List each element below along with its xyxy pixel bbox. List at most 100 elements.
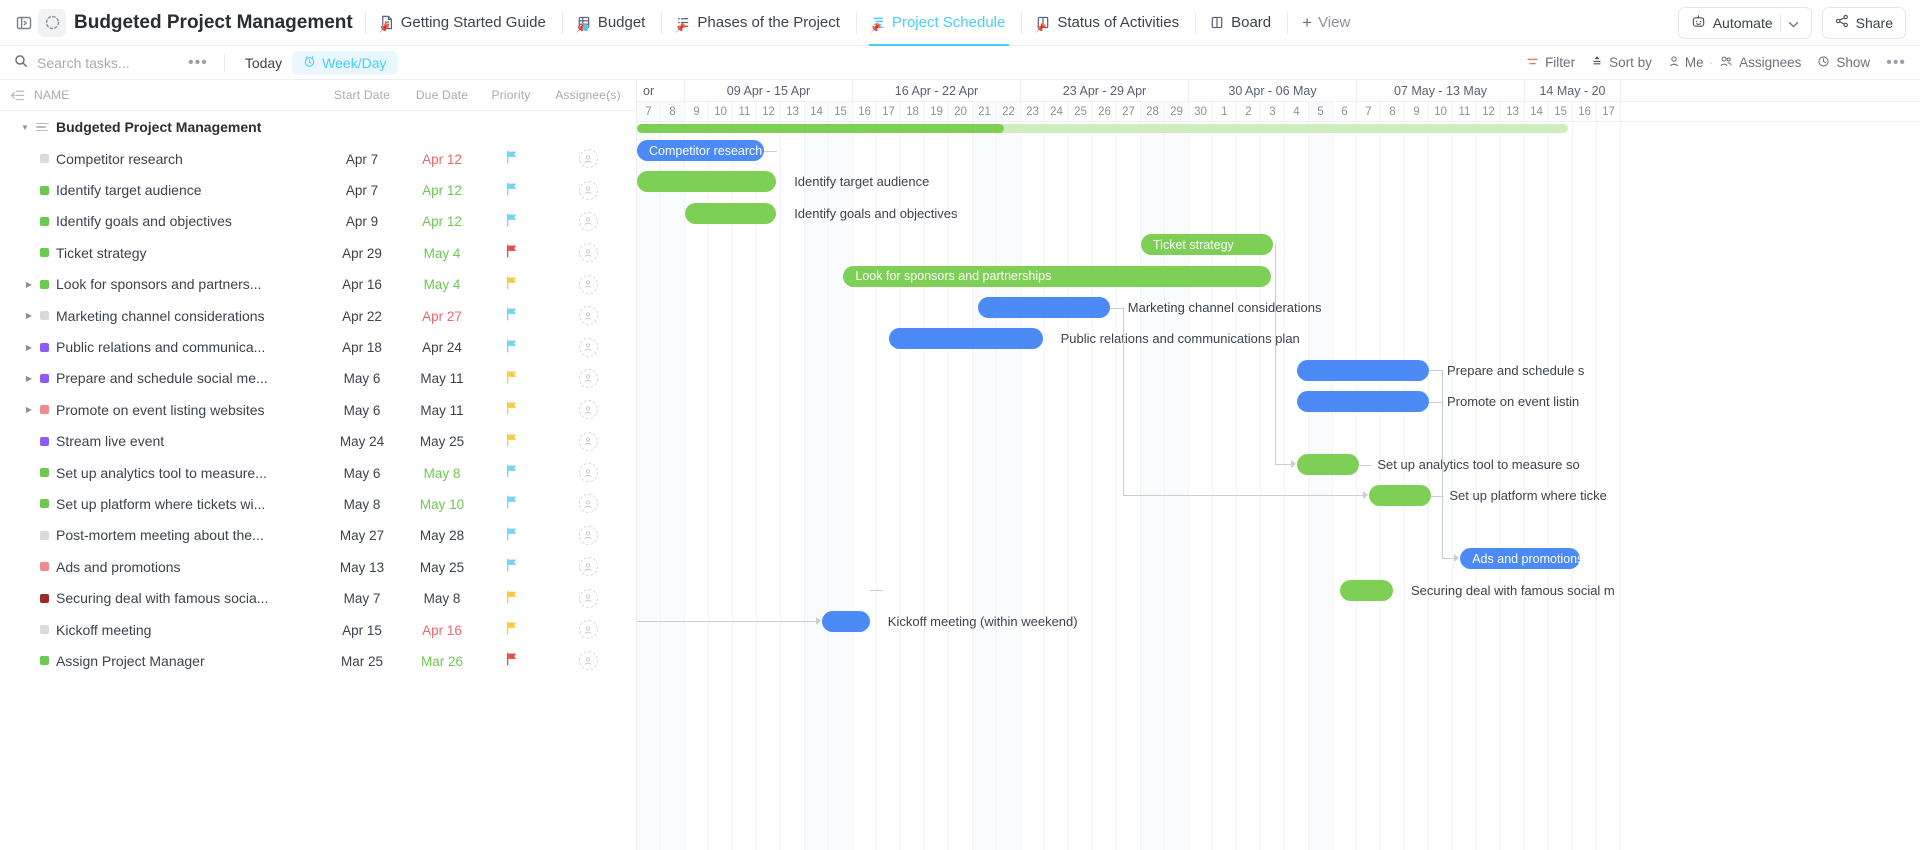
tab-budget[interactable]: 📌 Budget [567, 0, 658, 46]
due-date-cell[interactable]: Apr 16 [402, 622, 482, 638]
sort-by-button[interactable]: Sort by [1591, 55, 1652, 71]
status-badge[interactable] [40, 405, 49, 415]
status-badge[interactable] [40, 656, 49, 666]
assignee-cell[interactable] [540, 431, 636, 451]
chevron-right-icon[interactable]: ▶ [24, 405, 34, 414]
gantt-bar[interactable] [637, 171, 777, 193]
avatar[interactable] [578, 149, 598, 169]
avatar[interactable] [578, 274, 598, 294]
table-row[interactable]: ▶ Look for sponsors and partners... Apr 16… [0, 269, 636, 300]
status-badge[interactable] [40, 248, 49, 258]
task-name[interactable]: Set up platform where tickets wi... [56, 496, 322, 512]
gantt-bar[interactable] [1297, 454, 1360, 475]
due-date-cell[interactable]: May 11 [402, 402, 482, 418]
avatar[interactable] [578, 557, 598, 577]
task-name[interactable]: Ticket strategy [56, 245, 322, 261]
gantt-bar[interactable] [1369, 485, 1432, 507]
assignee-cell[interactable] [540, 368, 636, 388]
gantt-bar[interactable] [977, 297, 1110, 318]
chevron-right-icon[interactable]: ▶ [24, 280, 34, 289]
table-row[interactable]: ▶Competitor researchApr 7Apr 12 [0, 143, 636, 174]
due-date-cell[interactable]: Apr 12 [402, 213, 482, 229]
status-badge[interactable] [40, 625, 49, 635]
search-more-button[interactable]: ••• [182, 54, 214, 72]
assignee-cell[interactable] [540, 463, 636, 483]
gantt-bar[interactable]: Ads and promotions [1460, 548, 1581, 570]
gantt-bar[interactable] [1297, 359, 1429, 381]
status-badge[interactable] [40, 185, 49, 195]
today-button[interactable]: Today [235, 51, 292, 75]
avatar[interactable] [578, 243, 598, 263]
table-row[interactable]: ▶ Public relations and communica... Apr 18… [0, 331, 636, 362]
share-button[interactable]: Share [1821, 6, 1906, 39]
avatar[interactable] [578, 180, 598, 200]
status-badge[interactable] [40, 154, 49, 164]
table-row[interactable]: ▶Kickoff meetingApr 15Apr 16 [0, 614, 636, 645]
collapse-all-icon[interactable] [0, 89, 34, 102]
status-badge[interactable] [40, 530, 49, 540]
assignee-cell[interactable] [540, 337, 636, 357]
column-header-due-date[interactable]: Due Date [402, 88, 482, 102]
priority-cell[interactable] [482, 433, 540, 450]
priority-cell[interactable] [482, 244, 540, 261]
avatar[interactable] [578, 494, 598, 514]
due-date-cell[interactable]: Apr 12 [402, 151, 482, 167]
table-row[interactable]: ▶Assign Project ManagerMar 25Mar 26 [0, 645, 636, 676]
start-date-cell[interactable]: Apr 22 [322, 308, 402, 324]
task-name[interactable]: Competitor research [56, 151, 322, 167]
column-header-start-date[interactable]: Start Date [322, 88, 402, 102]
column-header-priority[interactable]: Priority [482, 88, 540, 102]
table-row[interactable]: ▶Set up analytics tool to measure...May … [0, 457, 636, 488]
gantt-bar[interactable] [1297, 391, 1429, 413]
assignee-cell[interactable] [540, 400, 636, 420]
avatar[interactable] [578, 431, 598, 451]
start-date-cell[interactable]: Apr 29 [322, 245, 402, 261]
chevron-right-icon[interactable]: ▶ [24, 343, 34, 352]
avatar[interactable] [578, 337, 598, 357]
status-badge[interactable] [40, 499, 49, 509]
priority-cell[interactable] [482, 182, 540, 199]
start-date-cell[interactable]: Apr 7 [322, 182, 402, 198]
due-date-cell[interactable]: May 4 [402, 276, 482, 292]
status-badge[interactable] [40, 311, 49, 321]
task-name[interactable]: Look for sponsors and partners... [56, 276, 322, 292]
gantt-bar[interactable]: Look for sponsors and partnerships [843, 265, 1271, 287]
task-name[interactable]: Promote on event listing websites [56, 402, 322, 418]
start-date-cell[interactable]: Apr 16 [322, 276, 402, 292]
toolbar-overflow-button[interactable]: ••• [1886, 54, 1906, 72]
status-badge[interactable] [40, 373, 49, 383]
table-row[interactable]: ▶Ticket strategyApr 29May 4 [0, 237, 636, 268]
assignee-cell[interactable] [540, 620, 636, 640]
table-row[interactable]: ▶Securing deal with famous socia...May 7… [0, 582, 636, 613]
avatar[interactable] [578, 306, 598, 326]
start-date-cell[interactable]: Apr 18 [322, 339, 402, 355]
priority-cell[interactable] [482, 464, 540, 481]
status-badge[interactable] [40, 468, 49, 478]
priority-cell[interactable] [482, 339, 540, 356]
due-date-cell[interactable]: Apr 12 [402, 182, 482, 198]
task-name[interactable]: Marketing channel considerations [56, 308, 322, 324]
priority-cell[interactable] [482, 401, 540, 418]
task-name[interactable]: Set up analytics tool to measure... [56, 465, 322, 481]
column-header-assignees[interactable]: Assignee(s) [540, 88, 636, 102]
due-date-cell[interactable]: May 25 [402, 433, 482, 449]
tab-getting-started-guide[interactable]: 📌 Getting Started Guide [370, 0, 558, 46]
table-row[interactable]: ▶ Marketing channel considerations Apr 22 A… [0, 300, 636, 331]
space-avatar-icon[interactable] [38, 8, 66, 37]
gantt-bar[interactable] [821, 611, 870, 632]
start-date-cell[interactable]: May 13 [322, 559, 402, 575]
assignees-filter-button[interactable]: Assignees [1719, 55, 1801, 71]
start-date-cell[interactable]: May 7 [322, 590, 402, 606]
status-badge[interactable] [40, 562, 49, 572]
start-date-cell[interactable]: May 6 [322, 402, 402, 418]
due-date-cell[interactable]: Mar 26 [402, 653, 482, 669]
gantt-bar[interactable]: Competitor research [637, 140, 765, 161]
chevron-right-icon[interactable]: ▶ [24, 374, 34, 383]
assignee-cell[interactable] [540, 180, 636, 200]
gantt-bar[interactable]: Ticket strategy [1141, 234, 1273, 256]
priority-cell[interactable] [482, 276, 540, 293]
status-badge[interactable] [40, 342, 49, 352]
start-date-cell[interactable]: May 6 [322, 465, 402, 481]
table-row[interactable]: ▶Post-mortem meeting about the...May 27M… [0, 520, 636, 551]
assignee-cell[interactable] [540, 306, 636, 326]
